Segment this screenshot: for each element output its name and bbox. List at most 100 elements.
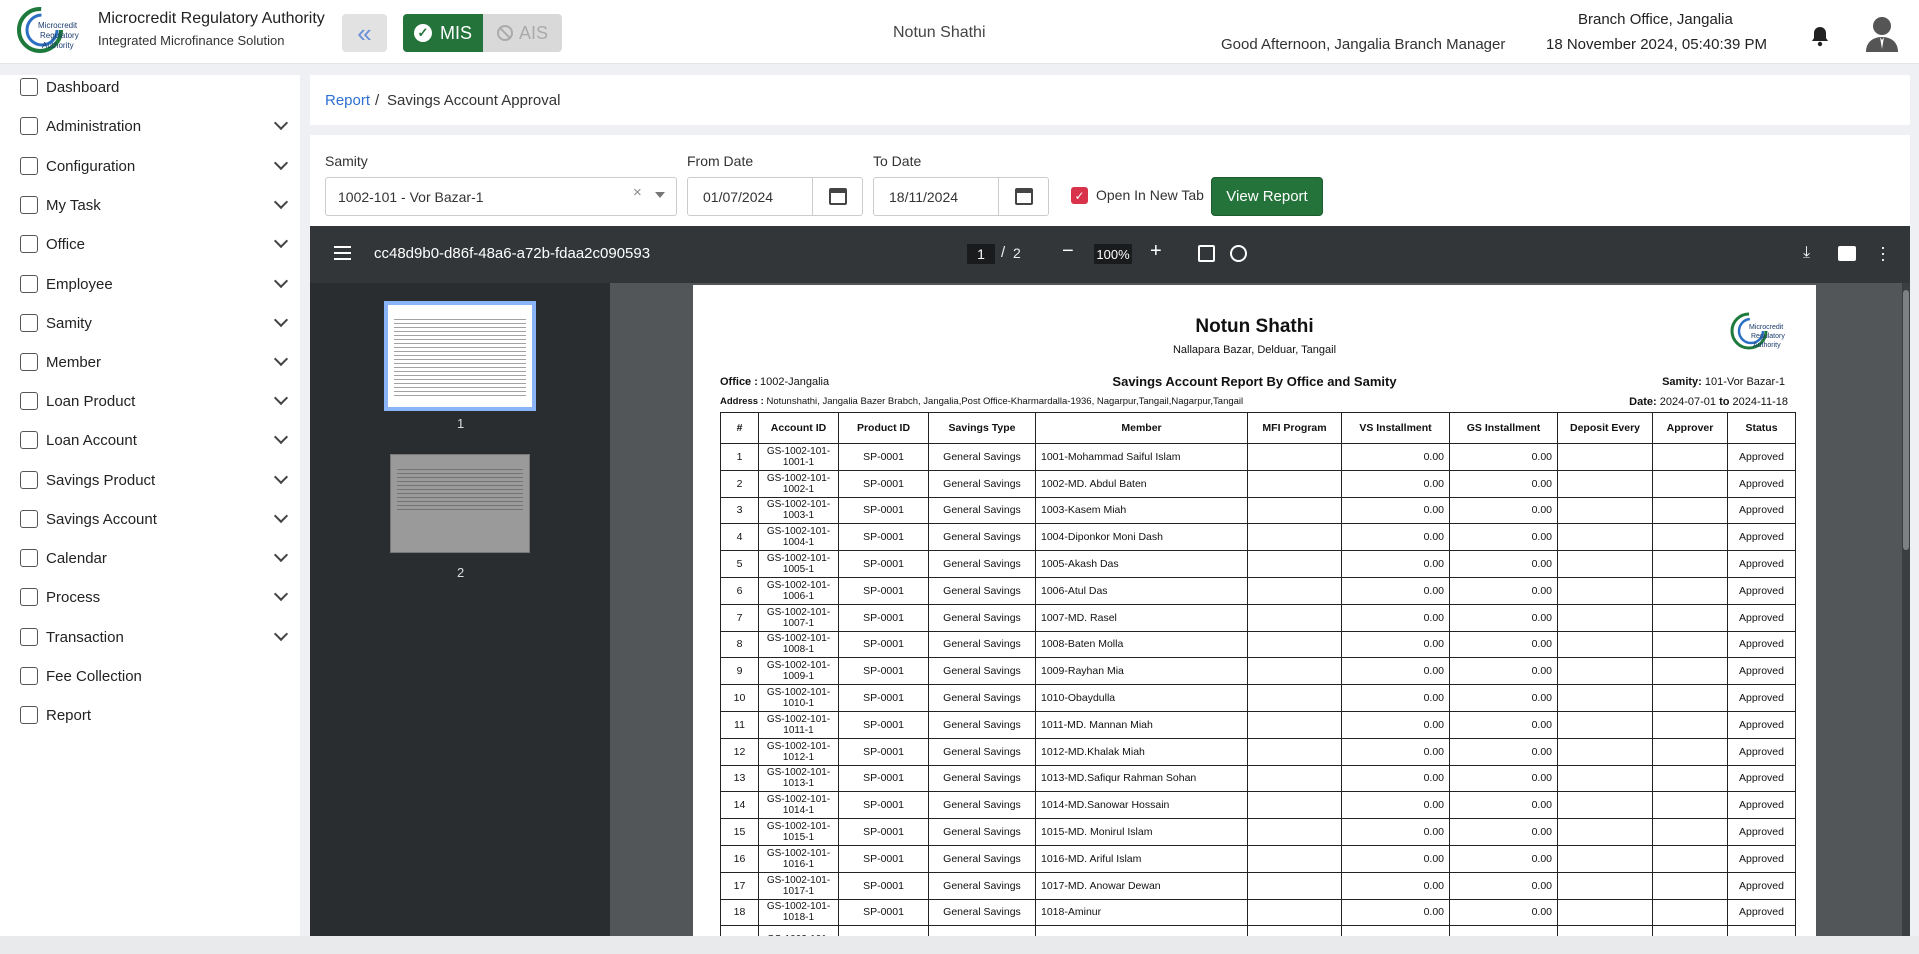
chevron-down-icon: [273, 626, 289, 642]
loan-product-icon: [20, 392, 38, 410]
table-cell: 1005-Akash Das: [1035, 550, 1248, 578]
bottom-strip: [0, 936, 1919, 954]
table-cell: 0.00: [1341, 737, 1450, 766]
chevron-down-icon: [273, 351, 289, 367]
table-cell: General Savings: [928, 818, 1036, 846]
pdf-thumbnail-page-2[interactable]: [390, 454, 530, 553]
table-cell: 10: [720, 684, 759, 712]
table-cell: 7: [720, 603, 759, 632]
org-subtitle: Integrated Microfinance Solution: [98, 33, 285, 48]
double-chevron-left-icon: «: [357, 17, 372, 48]
zoom-out-icon[interactable]: −: [1062, 240, 1074, 263]
table-row: 17 GS-1002-101-1017-1 SP-0001 General Savin…: [720, 871, 1796, 900]
table-cell: 0.00: [1449, 871, 1558, 900]
sidebar-item-administration[interactable]: Administration: [0, 106, 300, 146]
table-cell: Approved: [1727, 898, 1796, 927]
from-date-label: From Date: [687, 153, 754, 169]
table-cell: [1557, 630, 1653, 659]
table-cell: [1557, 764, 1653, 793]
table-cell: SP-0001: [838, 710, 929, 739]
table-cell: GS-1002-101-1013-1: [758, 764, 839, 793]
table-cell: GS-1002-101-1002-1: [758, 469, 839, 498]
table-cell: 0.00: [1449, 550, 1558, 578]
sidebar-item-employee[interactable]: Employee: [0, 264, 300, 304]
rotate-icon[interactable]: [1230, 245, 1247, 262]
configuration-icon: [20, 157, 38, 175]
sidebar-item-dashboard[interactable]: Dashboard: [0, 67, 300, 107]
download-icon[interactable]: ⤓: [1803, 244, 1810, 262]
pdf-zoom-input[interactable]: 100%: [1094, 244, 1132, 264]
table-cell: 1011-MD. Mannan Miah: [1035, 710, 1248, 739]
collapse-sidebar-button[interactable]: «: [342, 14, 387, 52]
sidebar-item-member[interactable]: Member: [0, 342, 300, 382]
column-header: Status: [1727, 412, 1796, 444]
sidebar-item-savings-account[interactable]: Savings Account: [0, 499, 300, 539]
mis-toggle-button[interactable]: ✓ MIS: [403, 14, 483, 52]
member-icon: [20, 353, 38, 371]
sidebar-item-samity[interactable]: Samity: [0, 303, 300, 343]
open-in-new-tab-label[interactable]: Open In New Tab: [1096, 187, 1204, 203]
samity-value: 101-Vor Bazar-1: [1704, 376, 1785, 388]
breadcrumb-report-link[interactable]: Report: [325, 92, 370, 109]
sidebar-item-process[interactable]: Process: [0, 577, 300, 617]
sidebar-item-my-task[interactable]: My Task: [0, 185, 300, 225]
table-cell: 0.00: [1449, 523, 1558, 552]
table-cell: General Savings: [928, 764, 1036, 793]
table-cell: [1247, 523, 1342, 552]
notification-bell-icon[interactable]: [1808, 24, 1832, 48]
menu-icon[interactable]: [334, 246, 351, 260]
ais-toggle-button[interactable]: AIS: [483, 14, 562, 52]
table-cell: [1557, 523, 1653, 552]
table-cell: [1247, 818, 1342, 846]
sidebar-item-loan-account[interactable]: Loan Account: [0, 420, 300, 460]
sidebar-item-fee-collection[interactable]: Fee Collection: [0, 656, 300, 696]
sidebar-item-label: Calendar: [46, 549, 107, 567]
sidebar-item-transaction[interactable]: Transaction: [0, 617, 300, 657]
to-date-calendar-button[interactable]: [998, 178, 1048, 215]
table-cell: Approved: [1727, 657, 1796, 686]
table-cell: 9: [720, 657, 759, 686]
from-date-calendar-button[interactable]: [812, 178, 862, 215]
table-cell: 0.00: [1449, 791, 1558, 820]
more-options-icon[interactable]: · · ·: [1880, 238, 1886, 268]
table-cell: [1652, 871, 1728, 900]
table-cell: 0.00: [1449, 576, 1558, 605]
sidebar-item-savings-product[interactable]: Savings Product: [0, 460, 300, 500]
samity-select[interactable]: 1002-101 - Vor Bazar-1: [325, 177, 677, 216]
table-cell: 0.00: [1341, 576, 1450, 605]
sidebar-item-label: Office: [46, 235, 85, 253]
table-cell: [1247, 603, 1342, 632]
date-to: 2024-11-18: [1732, 396, 1788, 408]
table-cell: Approved: [1727, 523, 1796, 552]
table-cell: SP-0001: [838, 523, 929, 552]
table-cell: General Savings: [928, 657, 1036, 686]
zoom-in-icon[interactable]: +: [1150, 240, 1162, 263]
pdf-page-input[interactable]: 1: [967, 244, 995, 264]
sidebar-item-loan-product[interactable]: Loan Product: [0, 381, 300, 421]
sidebar-item-calendar[interactable]: Calendar: [0, 538, 300, 578]
print-icon[interactable]: [1838, 246, 1856, 261]
view-report-button[interactable]: View Report: [1211, 177, 1323, 216]
sidebar-item-label: Report: [46, 706, 92, 724]
fit-page-icon[interactable]: [1198, 245, 1215, 262]
pdf-thumbnail-page-1[interactable]: [384, 301, 536, 411]
open-in-new-tab-checkbox[interactable]: ✓: [1071, 187, 1088, 204]
pdf-scrollbar-thumb[interactable]: [1903, 290, 1909, 550]
table-cell: 0.00: [1449, 469, 1558, 498]
caret-down-icon[interactable]: [655, 192, 665, 198]
user-avatar[interactable]: [1864, 14, 1900, 52]
breadcrumb-separator: /: [375, 92, 380, 109]
sidebar-item-office[interactable]: Office: [0, 224, 300, 264]
clear-icon[interactable]: ×: [633, 184, 642, 201]
table-cell: [1557, 844, 1653, 873]
table-cell: [1247, 791, 1342, 820]
sidebar-item-configuration[interactable]: Configuration: [0, 146, 300, 186]
table-cell: SP-0001: [838, 898, 929, 927]
table-cell: SP-0001: [838, 469, 929, 498]
sidebar-item-report[interactable]: Report: [0, 695, 300, 735]
table-cell: [1557, 443, 1653, 471]
table-cell: [1557, 469, 1653, 498]
table-cell: [1652, 576, 1728, 605]
chevron-down-icon: [273, 547, 289, 563]
table-cell: General Savings: [928, 791, 1036, 820]
